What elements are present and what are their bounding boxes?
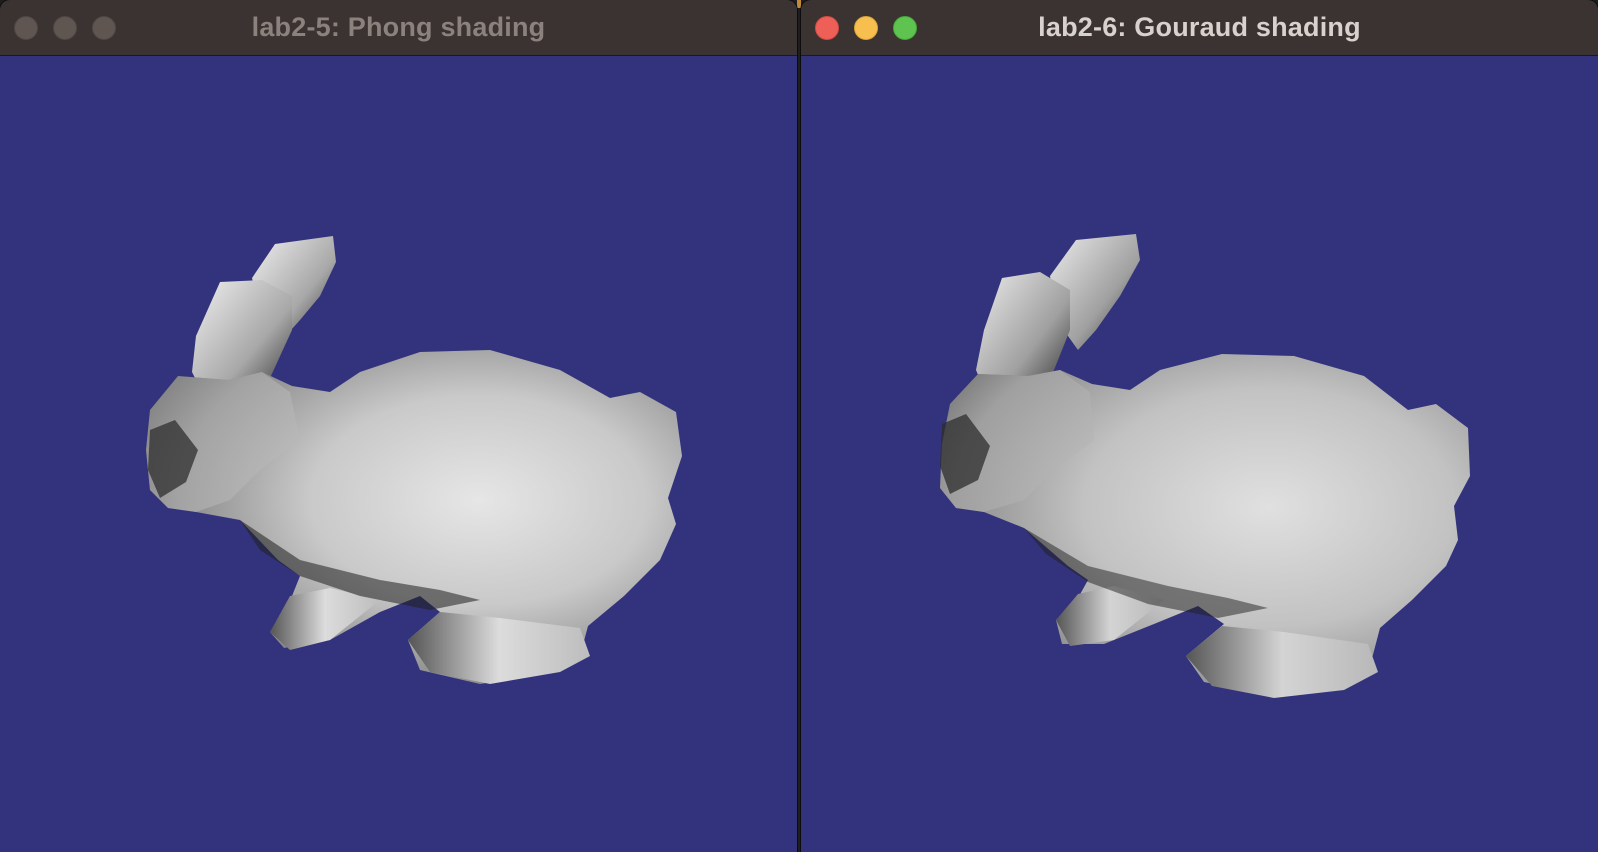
bunny-mesh (146, 236, 682, 684)
window-phong-shading[interactable]: lab2-5: Phong shading (0, 0, 797, 852)
bunny-mesh (940, 234, 1470, 698)
window-title: lab2-6: Gouraud shading (1038, 12, 1361, 42)
desktop: lab2-5: Phong shading lab2-6: Gouraud sh… (0, 0, 1598, 852)
window-titlebar[interactable]: lab2-6: Gouraud shading (801, 0, 1598, 56)
bunny-render (146, 236, 682, 684)
window-gouraud-shading[interactable]: lab2-6: Gouraud shading (801, 0, 1598, 852)
gl-viewport[interactable] (0, 56, 797, 852)
window-title: lab2-5: Phong shading (251, 12, 546, 42)
gl-viewport[interactable] (801, 56, 1598, 852)
window-titlebar[interactable]: lab2-5: Phong shading (0, 0, 797, 56)
bunny-render (940, 234, 1470, 698)
